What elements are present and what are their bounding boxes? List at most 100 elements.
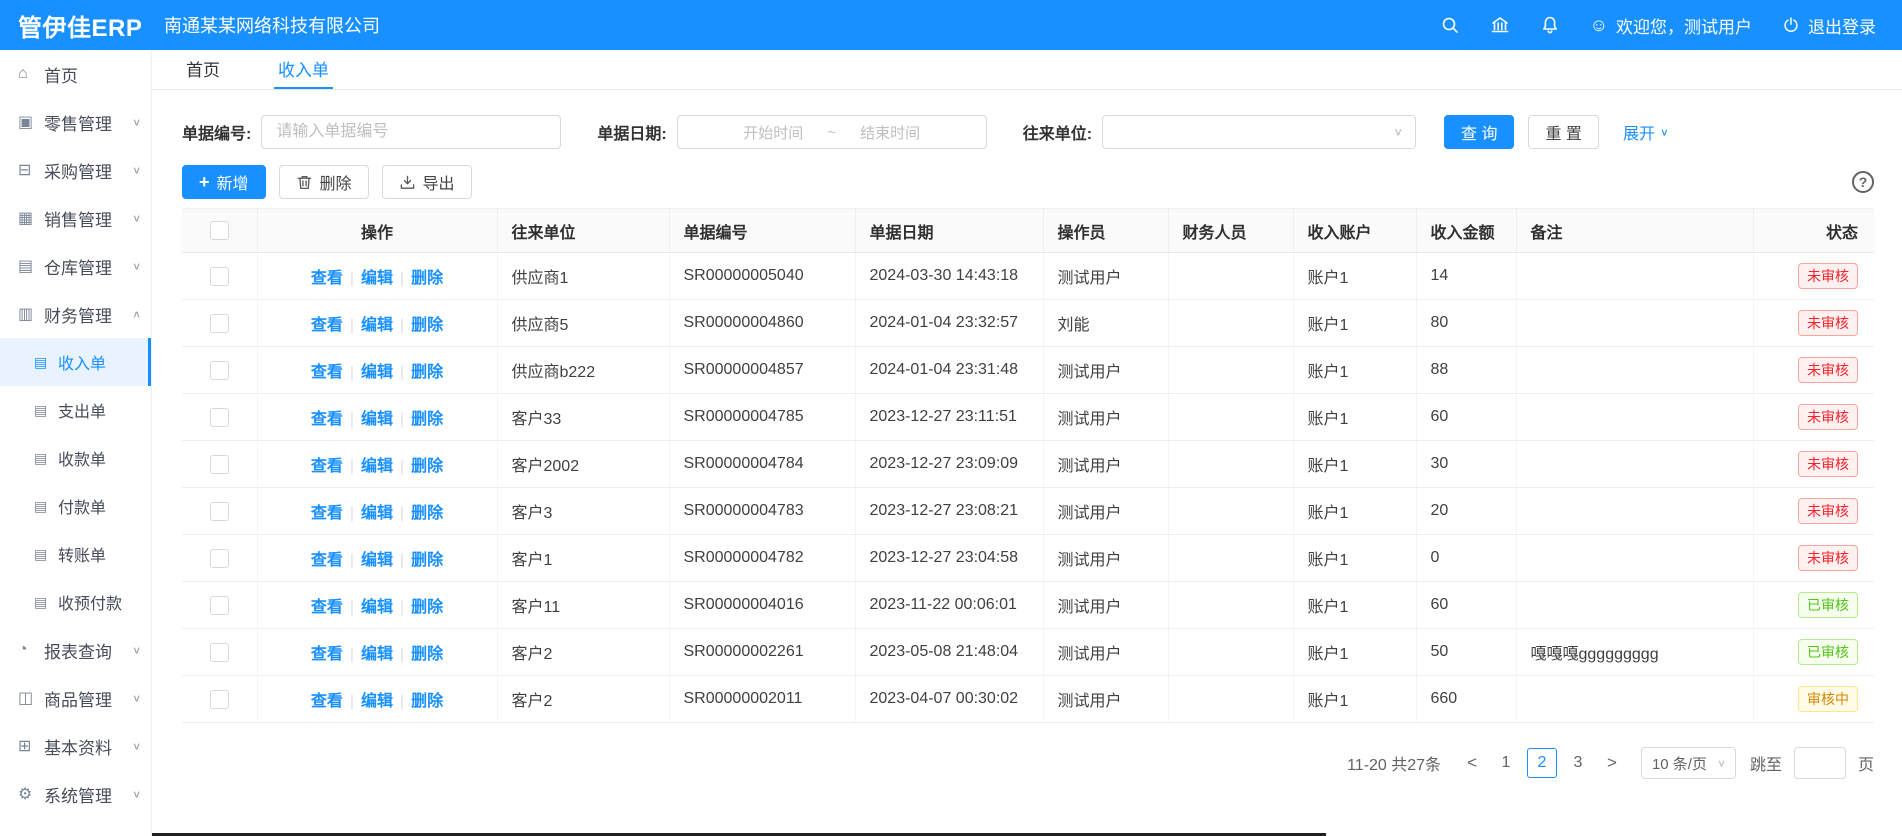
sidebar-item-payment[interactable]: ▤付款单 xyxy=(0,482,151,530)
view-link[interactable]: 查看 xyxy=(311,599,343,616)
cell-partner: 供应商b222 xyxy=(497,347,669,394)
row-checkbox[interactable] xyxy=(210,690,229,709)
welcome-user[interactable]: ☺ 欢迎您，测试用户 xyxy=(1590,13,1752,38)
delete-link[interactable]: 删除 xyxy=(411,505,443,522)
delete-link[interactable]: 删除 xyxy=(411,364,443,381)
table-header-row: 操作往来单位单据编号单据日期操作员财务人员收入账户收入金额备注状态 xyxy=(182,209,1874,253)
delete-link[interactable]: 删除 xyxy=(411,317,443,334)
search-icon[interactable] xyxy=(1440,15,1460,35)
row-checkbox[interactable] xyxy=(210,643,229,662)
sidebar-item-advance[interactable]: ▤收预付款 xyxy=(0,578,151,626)
page-button-2[interactable]: 2 xyxy=(1527,748,1557,778)
reset-button[interactable]: 重 置 xyxy=(1528,115,1598,149)
date-label: 单据日期: xyxy=(597,120,666,144)
export-button[interactable]: 导出 xyxy=(382,165,472,199)
export-icon xyxy=(399,174,416,191)
help-icon[interactable]: ? xyxy=(1852,171,1874,193)
header-cell: 收入金额 xyxy=(1416,209,1516,253)
delete-link[interactable]: 删除 xyxy=(411,270,443,287)
partner-select[interactable]: ∨ xyxy=(1102,115,1416,149)
page-size-select[interactable]: 10 条/页 ∨ xyxy=(1641,747,1736,779)
edit-link[interactable]: 编辑 xyxy=(361,552,393,569)
edit-link[interactable]: 编辑 xyxy=(361,364,393,381)
sidebar-item-basicdata[interactable]: ⊞基本资料∨ xyxy=(0,722,151,770)
row-checkbox[interactable] xyxy=(210,408,229,427)
view-link[interactable]: 查看 xyxy=(311,693,343,710)
delete-link[interactable]: 删除 xyxy=(411,458,443,475)
expense-doc-icon: ▤ xyxy=(34,402,58,419)
tab-income[interactable]: 收入单 xyxy=(274,50,333,89)
page-button-3[interactable]: 3 xyxy=(1563,748,1593,778)
view-link[interactable]: 查看 xyxy=(311,317,343,334)
sidebar-item-retail[interactable]: ▣零售管理∨ xyxy=(0,98,151,146)
delete-button[interactable]: 删除 xyxy=(279,165,369,199)
date-range-picker[interactable]: 开始时间 ~ 结束时间 xyxy=(677,115,987,149)
cell-actions: 查看|编辑|删除 xyxy=(257,629,497,676)
next-page-button[interactable]: > xyxy=(1599,753,1625,773)
expand-link[interactable]: 展开 ∨ xyxy=(1623,120,1669,144)
row-checkbox[interactable] xyxy=(210,314,229,333)
cell-date: 2024-01-04 23:31:48 xyxy=(855,347,1043,394)
sidebar-item-expense[interactable]: ▤支出单 xyxy=(0,386,151,434)
cell-remark xyxy=(1516,347,1753,394)
edit-link[interactable]: 编辑 xyxy=(361,458,393,475)
sidebar-item-system[interactable]: ⚙系统管理∨ xyxy=(0,770,151,818)
view-link[interactable]: 查看 xyxy=(311,505,343,522)
bank-icon[interactable] xyxy=(1490,15,1510,35)
edit-link[interactable]: 编辑 xyxy=(361,270,393,287)
table-row: 查看|编辑|删除供应商5SR000000048602024-01-04 23:3… xyxy=(182,300,1874,347)
logout-button[interactable]: 退出登录 xyxy=(1782,13,1876,38)
view-link[interactable]: 查看 xyxy=(311,458,343,475)
status-badge: 未审核 xyxy=(1798,310,1858,336)
sidebar-item-receipt[interactable]: ▤收款单 xyxy=(0,434,151,482)
delete-link[interactable]: 删除 xyxy=(411,411,443,428)
select-all-checkbox[interactable] xyxy=(210,221,229,240)
sidebar-item-sales[interactable]: ▦销售管理∨ xyxy=(0,194,151,242)
cell-amount: 30 xyxy=(1416,441,1516,488)
edit-link[interactable]: 编辑 xyxy=(361,411,393,428)
sidebar-item-home[interactable]: ⌂首页 xyxy=(0,50,151,98)
cell-operator: 测试用户 xyxy=(1043,535,1168,582)
edit-link[interactable]: 编辑 xyxy=(361,317,393,334)
cell-finance-staff xyxy=(1168,629,1293,676)
row-checkbox[interactable] xyxy=(210,455,229,474)
view-link[interactable]: 查看 xyxy=(311,411,343,428)
sidebar-item-warehouse[interactable]: ▤仓库管理∨ xyxy=(0,242,151,290)
search-button[interactable]: 查 询 xyxy=(1444,115,1514,149)
edit-link[interactable]: 编辑 xyxy=(361,693,393,710)
page-button-1[interactable]: 1 xyxy=(1491,748,1521,778)
prev-page-button[interactable]: < xyxy=(1459,753,1485,773)
delete-link[interactable]: 删除 xyxy=(411,599,443,616)
link-separator: | xyxy=(400,646,404,663)
row-checkbox[interactable] xyxy=(210,549,229,568)
row-checkbox[interactable] xyxy=(210,267,229,286)
sidebar-item-goods[interactable]: ◫商品管理∨ xyxy=(0,674,151,722)
edit-link[interactable]: 编辑 xyxy=(361,599,393,616)
edit-link[interactable]: 编辑 xyxy=(361,505,393,522)
sidebar-item-finance[interactable]: ▥财务管理∧ xyxy=(0,290,151,338)
cell-select xyxy=(182,676,257,723)
tab-home[interactable]: 首页 xyxy=(182,50,224,89)
cell-date: 2023-12-27 23:11:51 xyxy=(855,394,1043,441)
row-checkbox[interactable] xyxy=(210,596,229,615)
link-separator: | xyxy=(350,270,354,287)
view-link[interactable]: 查看 xyxy=(311,552,343,569)
sidebar-item-income[interactable]: ▤收入单 xyxy=(0,338,151,386)
view-link[interactable]: 查看 xyxy=(311,646,343,663)
view-link[interactable]: 查看 xyxy=(311,270,343,287)
sidebar-item-report[interactable]: ◔报表查询∨ xyxy=(0,626,151,674)
delete-link[interactable]: 删除 xyxy=(411,646,443,663)
edit-link[interactable]: 编辑 xyxy=(361,646,393,663)
row-checkbox[interactable] xyxy=(210,502,229,521)
cell-remark xyxy=(1516,582,1753,629)
row-checkbox[interactable] xyxy=(210,361,229,380)
view-link[interactable]: 查看 xyxy=(311,364,343,381)
delete-link[interactable]: 删除 xyxy=(411,693,443,710)
add-button[interactable]: + 新增 xyxy=(182,165,266,199)
delete-link[interactable]: 删除 xyxy=(411,552,443,569)
bill-no-input[interactable] xyxy=(261,115,561,149)
sidebar-item-transfer[interactable]: ▤转账单 xyxy=(0,530,151,578)
bell-icon[interactable] xyxy=(1540,15,1560,35)
sidebar-item-purchase[interactable]: ⊟采购管理∨ xyxy=(0,146,151,194)
jump-input[interactable] xyxy=(1794,747,1846,779)
